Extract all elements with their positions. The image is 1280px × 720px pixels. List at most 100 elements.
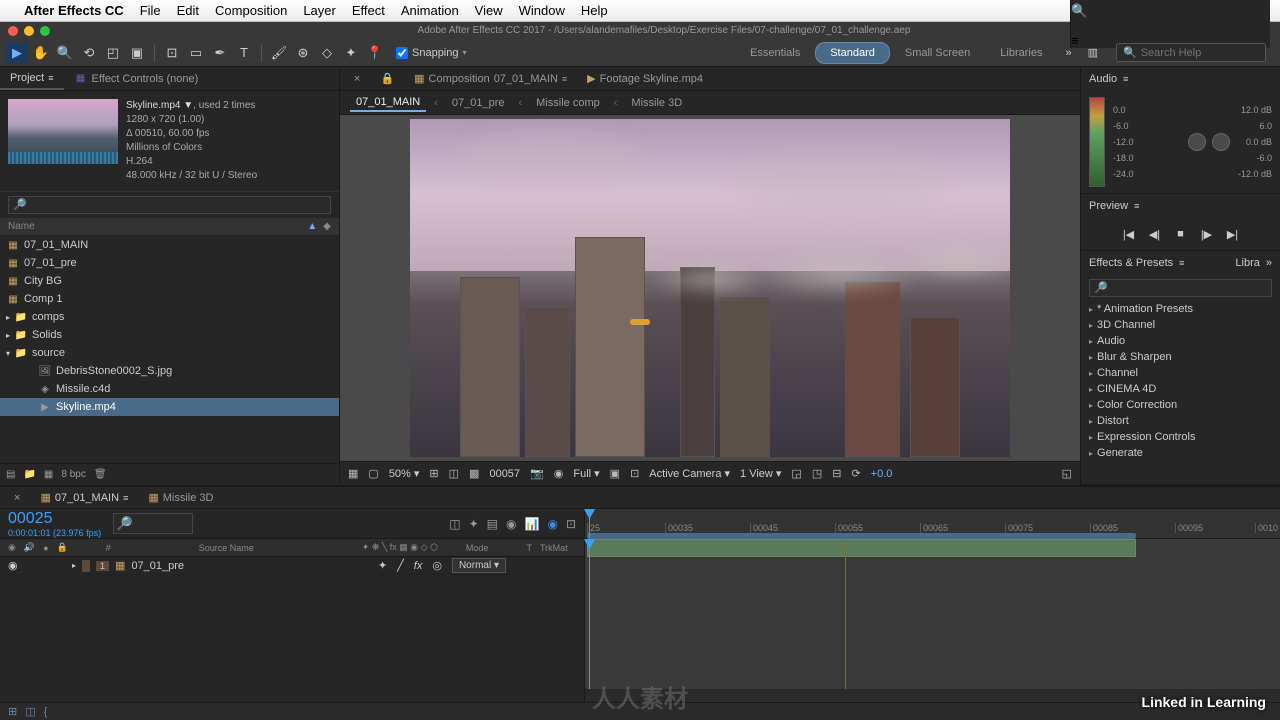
panel-menu-icon[interactable]: ≡ — [1123, 74, 1128, 84]
channel-icon[interactable]: ◉ — [554, 467, 564, 480]
switch-blur[interactable]: ◎ — [432, 559, 442, 572]
last-frame-button[interactable]: ▶| — [1225, 226, 1241, 242]
time-ruler[interactable]: 25 00035 00045 00055 00065 00075 00085 0… — [585, 509, 1280, 539]
close-button[interactable] — [8, 26, 18, 36]
layer-row-1[interactable]: ◉ ▸ 1 ▦ 07_01_pre ✦ ╱ fx ◎ Normal ▾ — [0, 557, 584, 575]
anchor-tool[interactable]: ⊡ — [161, 42, 183, 64]
minimize-button[interactable] — [24, 26, 34, 36]
help-search-input[interactable] — [1141, 47, 1259, 59]
menu-help[interactable]: Help — [581, 3, 608, 18]
item-comp-main[interactable]: ▦07_01_MAIN — [0, 236, 339, 254]
bc-missile3d[interactable]: Missile 3D — [625, 95, 688, 111]
fx-cat-blur[interactable]: Blur & Sharpen — [1081, 349, 1280, 365]
mask-icon[interactable]: ▣ — [610, 467, 620, 480]
bpc-button[interactable]: 8 bpc — [61, 469, 85, 480]
workspace-small-screen[interactable]: Small Screen — [890, 42, 985, 64]
panel-menu-icon[interactable]: ≡ — [48, 73, 53, 83]
fx-cat-color[interactable]: Color Correction — [1081, 397, 1280, 413]
fx-cat-distort[interactable]: Distort — [1081, 413, 1280, 429]
toggle-icon[interactable]: ▢ — [368, 467, 378, 480]
puppet-tool[interactable]: 📍 — [364, 42, 386, 64]
grid-icon[interactable]: ▦ — [348, 467, 358, 480]
refresh-icon[interactable]: ⟳ — [851, 467, 860, 480]
new-comp-icon[interactable]: ▦ — [44, 469, 53, 480]
timeline-search[interactable] — [113, 513, 193, 534]
selection-tool[interactable]: ▶ — [6, 42, 28, 64]
visibility-toggle[interactable]: ◉ — [8, 559, 20, 572]
frame-blend-icon[interactable]: ▤ — [487, 517, 498, 531]
eraser-tool[interactable]: ◇ — [316, 42, 338, 64]
comp-canvas[interactable] — [410, 119, 1010, 457]
fx-cat-audio[interactable]: Audio — [1081, 333, 1280, 349]
interpret-icon[interactable]: ▤ — [6, 469, 15, 480]
brush-tool[interactable]: 🖌 — [268, 42, 290, 64]
roto-tool[interactable]: ✦ — [340, 42, 362, 64]
trash-icon[interactable]: 🗑 — [94, 469, 107, 480]
stop-button[interactable]: ■ — [1173, 226, 1189, 242]
camera-select[interactable]: Active Camera ▾ — [649, 467, 730, 480]
toggle-switches-icon[interactable]: ⊞ — [8, 705, 17, 718]
play-button[interactable]: |▶ — [1199, 226, 1215, 242]
exposure-value[interactable]: +0.0 — [871, 468, 893, 480]
project-columns[interactable]: Name ▲ ◆ — [0, 218, 339, 236]
safe-icon[interactable]: ⊡ — [630, 467, 639, 480]
label-color[interactable] — [82, 560, 90, 572]
views-select[interactable]: 1 View ▾ — [740, 467, 781, 480]
menu-layer[interactable]: Layer — [303, 3, 336, 18]
label-column-icon[interactable]: ◆ — [323, 221, 331, 232]
chevron-down-icon[interactable]: ▾ — [463, 48, 467, 57]
resolution-select[interactable]: Full ▾ — [573, 467, 599, 480]
footage-thumbnail[interactable] — [8, 99, 118, 164]
zoom-tool[interactable]: 🔍 — [54, 42, 76, 64]
lock-col-icon[interactable]: 🔒 — [57, 542, 68, 553]
menu-animation[interactable]: Animation — [401, 3, 459, 18]
menu-window[interactable]: Window — [519, 3, 565, 18]
blend-mode-select[interactable]: Normal ▾ — [452, 558, 506, 573]
menu-edit[interactable]: Edit — [177, 3, 199, 18]
motion-blur-icon[interactable]: ◉ — [506, 517, 516, 531]
expand-icon[interactable]: ▸ — [72, 561, 76, 570]
timeline-icon[interactable]: ⊟ — [832, 467, 841, 480]
fx-cat-3d[interactable]: 3D Channel — [1081, 317, 1280, 333]
draft3d-icon[interactable]: ◉ — [547, 517, 557, 531]
fast-previews-icon[interactable]: ◳ — [812, 467, 822, 480]
fx-cat-expression[interactable]: Expression Controls — [1081, 429, 1280, 445]
panel-menu-icon[interactable]: ≡ — [123, 493, 128, 503]
eye-col-icon[interactable]: ◉ — [8, 542, 16, 553]
snapshot-icon[interactable]: 📷 — [530, 467, 544, 480]
toggle-in-out-icon[interactable]: { — [44, 706, 48, 718]
workspace-standard[interactable]: Standard — [815, 42, 890, 64]
new-folder-icon[interactable]: 📁 — [23, 469, 35, 480]
camera-tool[interactable]: ▣ — [126, 42, 148, 64]
zoom-button[interactable] — [40, 26, 50, 36]
close-tab[interactable]: × — [346, 70, 368, 88]
hand-tool[interactable]: ✋ — [30, 42, 52, 64]
fx-cat-generate[interactable]: Generate — [1081, 445, 1280, 461]
menu-composition[interactable]: Composition — [215, 3, 287, 18]
switch-fx[interactable]: fx — [414, 560, 423, 572]
item-folder-source[interactable]: ▾📁source — [0, 344, 339, 362]
bc-main[interactable]: 07_01_MAIN — [350, 94, 426, 112]
bc-pre[interactable]: 07_01_pre — [446, 95, 511, 111]
orbit-tool[interactable]: ⟲ — [78, 42, 100, 64]
workspace-reset-icon[interactable]: ▥ — [1080, 42, 1106, 63]
graph-icon[interactable]: 📊 — [525, 517, 540, 531]
current-timecode[interactable]: 00025 — [8, 510, 101, 528]
menu-view[interactable]: View — [475, 3, 503, 18]
project-search-input[interactable] — [8, 196, 331, 214]
tab-effect-controls[interactable]: ▦Effect Controls (none) — [64, 68, 209, 90]
switch-collapse[interactable]: ╱ — [397, 559, 404, 572]
fx-cat-c4d[interactable]: CINEMA 4D — [1081, 381, 1280, 397]
transparency-icon[interactable]: ▩ — [469, 467, 479, 480]
item-file-skyline[interactable]: ▶Skyline.mp4 — [0, 398, 339, 416]
cti-line[interactable] — [589, 539, 590, 689]
item-comp-pre[interactable]: ▦07_01_pre — [0, 254, 339, 272]
menu-effect[interactable]: Effect — [352, 3, 385, 18]
shy-icon[interactable]: ✦ — [469, 517, 479, 531]
pen-tool[interactable]: ✒ — [209, 42, 231, 64]
audio-col-icon[interactable]: 🔊 — [24, 542, 35, 553]
panel-menu-icon[interactable]: ≡ — [562, 74, 567, 84]
item-comp-citybg[interactable]: ▦City BG — [0, 272, 339, 290]
comp-mini-icon[interactable]: ◫ — [449, 517, 460, 531]
level-knob-l[interactable] — [1188, 133, 1206, 151]
